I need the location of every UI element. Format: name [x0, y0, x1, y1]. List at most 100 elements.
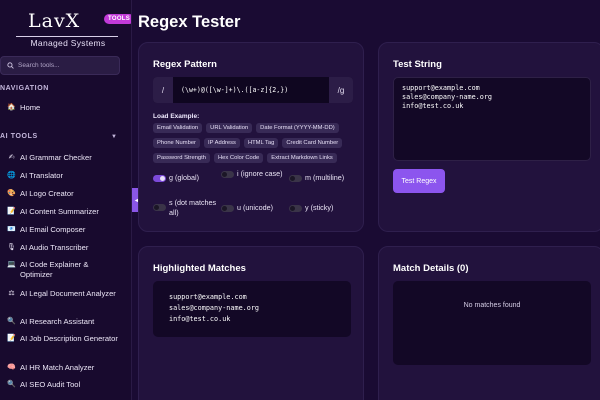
- flag-ignore-case[interactable]: i (ignore case): [221, 169, 287, 179]
- example-credit-card[interactable]: Credit Card Number: [282, 138, 343, 148]
- search-input[interactable]: [18, 62, 114, 69]
- brand-name: LavX: [28, 10, 81, 32]
- flag-multiline-toggle[interactable]: [289, 175, 302, 182]
- sidebar-item-job-description[interactable]: 📝 AI Job Description Generator: [0, 334, 128, 344]
- sidebar-item-label: AI Grammar Checker: [20, 153, 92, 162]
- example-list: Email Validation URL Validation Date For…: [153, 123, 363, 163]
- flag-unicode[interactable]: u (unicode): [221, 203, 287, 213]
- brand-logo[interactable]: LavX TOOLS Managed Systems: [14, 8, 131, 48]
- test-string-title: Test String: [393, 59, 442, 70]
- example-email-validation[interactable]: Email Validation: [153, 123, 203, 133]
- magnifier-icon: 🔍: [7, 318, 16, 325]
- sidebar-item-label: AI Logo Creator: [20, 189, 74, 198]
- sidebar: LavX TOOLS Managed Systems NAVIGATION 🏠 …: [0, 0, 132, 400]
- highlighted-matches-output: support@example.com sales@company-name.o…: [153, 281, 351, 337]
- pencil-icon: ✍: [8, 154, 15, 161]
- scales-icon: ⚖: [8, 290, 15, 297]
- flag-ignore-case-toggle[interactable]: [221, 171, 234, 178]
- sidebar-item-label: AI SEO Audit Tool: [20, 380, 81, 389]
- example-hex-color[interactable]: Hex Color Code: [213, 153, 264, 163]
- regex-input[interactable]: [173, 77, 329, 103]
- sidebar-item-code-explainer[interactable]: 💻 AI Code Explainer & Optimizer: [0, 260, 128, 280]
- highlighted-matches-title: Highlighted Matches: [153, 263, 246, 274]
- example-phone-number[interactable]: Phone Number: [153, 138, 200, 148]
- sidebar-item-logo-creator[interactable]: 🎨 AI Logo Creator: [0, 189, 128, 199]
- regex-flags-display: /g: [329, 77, 353, 103]
- sidebar-item-label: AI Email Composer: [20, 225, 86, 234]
- flag-global-toggle[interactable]: [153, 175, 166, 182]
- flag-dot-all-toggle[interactable]: [153, 204, 166, 211]
- sidebar-item-label: AI Job Description Generator: [20, 334, 118, 343]
- sidebar-item-label: AI Audio Transcriber: [20, 243, 89, 252]
- memo-icon: 📝: [7, 335, 16, 342]
- test-string-card: Test String support@example.com sales@co…: [378, 42, 600, 232]
- test-string-input[interactable]: support@example.com sales@company-name.o…: [393, 77, 591, 161]
- flag-label: m (multiline): [305, 173, 345, 182]
- flag-sticky[interactable]: y (sticky): [289, 203, 355, 213]
- test-regex-button[interactable]: Test Regex: [393, 169, 445, 193]
- sidebar-item-label: AI Legal Document Analyzer: [20, 289, 116, 298]
- example-ip-address[interactable]: IP Address: [204, 138, 240, 148]
- search-icon: [7, 62, 14, 69]
- flag-sticky-toggle[interactable]: [289, 205, 302, 212]
- brain-icon: 🧠: [7, 364, 16, 371]
- example-html-tag[interactable]: HTML Tag: [243, 138, 279, 148]
- sidebar-item-research-assistant[interactable]: 🔍 AI Research Assistant: [0, 317, 128, 327]
- memo-icon: 📝: [7, 208, 16, 215]
- match-details-title: Match Details (0): [393, 263, 469, 274]
- brand-subtitle: Managed Systems: [30, 38, 106, 48]
- flag-dot-all[interactable]: s (dot matches all): [153, 198, 221, 218]
- regex-open-delimiter: /: [153, 77, 173, 103]
- sidebar-item-audio-transcriber[interactable]: 🎙 AI Audio Transcriber: [0, 243, 128, 253]
- magnifier-icon: 🔍: [7, 381, 16, 388]
- flag-multiline[interactable]: m (multiline): [289, 173, 359, 183]
- flag-label: s (dot matches all): [169, 198, 217, 217]
- load-example-label: Load Example:: [153, 113, 200, 120]
- example-date-format[interactable]: Date Format (YYYY-MM-DD): [256, 123, 339, 133]
- match-details-card: Match Details (0) No matches found: [378, 246, 600, 400]
- house-icon: 🏠: [7, 104, 16, 111]
- sidebar-item-label: AI Content Summarizer: [20, 207, 99, 216]
- flag-label: i (ignore case): [237, 169, 283, 178]
- chevron-down-icon[interactable]: ▼: [111, 134, 117, 140]
- flag-label: g (global): [169, 173, 199, 182]
- flag-label: u (unicode): [237, 203, 273, 212]
- sidebar-item-grammar-checker[interactable]: ✍ AI Grammar Checker: [0, 153, 128, 163]
- ai-tools-heading[interactable]: AI TOOLS: [0, 133, 38, 140]
- regex-pattern-card: Regex Pattern / /g Load Example: Email V…: [138, 42, 364, 232]
- sidebar-item-seo-audit[interactable]: 🔍 AI SEO Audit Tool: [0, 380, 128, 390]
- sidebar-item-label: AI Code Explainer & Optimizer: [20, 260, 89, 279]
- example-url-validation[interactable]: URL Validation: [206, 123, 253, 133]
- sidebar-item-translator[interactable]: 🌐 AI Translator: [0, 171, 128, 181]
- sidebar-item-email-composer[interactable]: 📧 AI Email Composer: [0, 225, 128, 235]
- page-title: Regex Tester: [138, 13, 241, 31]
- sidebar-item-label: AI HR Match Analyzer: [20, 363, 95, 372]
- match-details-output: No matches found: [393, 281, 591, 365]
- brand-divider: [16, 36, 118, 37]
- email-icon: 📧: [7, 226, 16, 233]
- palette-icon: 🎨: [7, 190, 16, 197]
- microphone-icon: 🎙: [7, 244, 16, 251]
- example-markdown-links[interactable]: Extract Markdown Links: [267, 153, 337, 163]
- brand-badge: TOOLS: [104, 14, 131, 24]
- sidebar-item-label: Home: [20, 103, 41, 112]
- search-box[interactable]: [0, 56, 120, 75]
- flag-global[interactable]: g (global): [153, 173, 223, 183]
- regex-pattern-title: Regex Pattern: [153, 59, 217, 70]
- match-line: sales@company-name.org: [169, 304, 260, 312]
- flag-label: y (sticky): [305, 203, 334, 212]
- match-line: info@test.co.uk: [169, 315, 231, 323]
- sidebar-item-hr-match[interactable]: 🧠 AI HR Match Analyzer: [0, 363, 128, 373]
- laptop-icon: 💻: [7, 261, 16, 268]
- no-matches-message: No matches found: [463, 302, 521, 309]
- regex-input-row: / /g: [153, 77, 353, 103]
- highlighted-matches-card: Highlighted Matches support@example.com …: [138, 246, 364, 400]
- sidebar-item-label: AI Translator: [20, 171, 64, 180]
- sidebar-item-legal-analyzer[interactable]: ⚖ AI Legal Document Analyzer: [0, 289, 128, 299]
- flag-unicode-toggle[interactable]: [221, 205, 234, 212]
- match-line: support@example.com: [169, 293, 247, 301]
- navigation-heading: NAVIGATION: [0, 85, 49, 92]
- sidebar-item-home[interactable]: 🏠 Home: [0, 103, 128, 113]
- example-password-strength[interactable]: Password Strength: [153, 153, 210, 163]
- sidebar-item-content-summarizer[interactable]: 📝 AI Content Summarizer: [0, 207, 128, 217]
